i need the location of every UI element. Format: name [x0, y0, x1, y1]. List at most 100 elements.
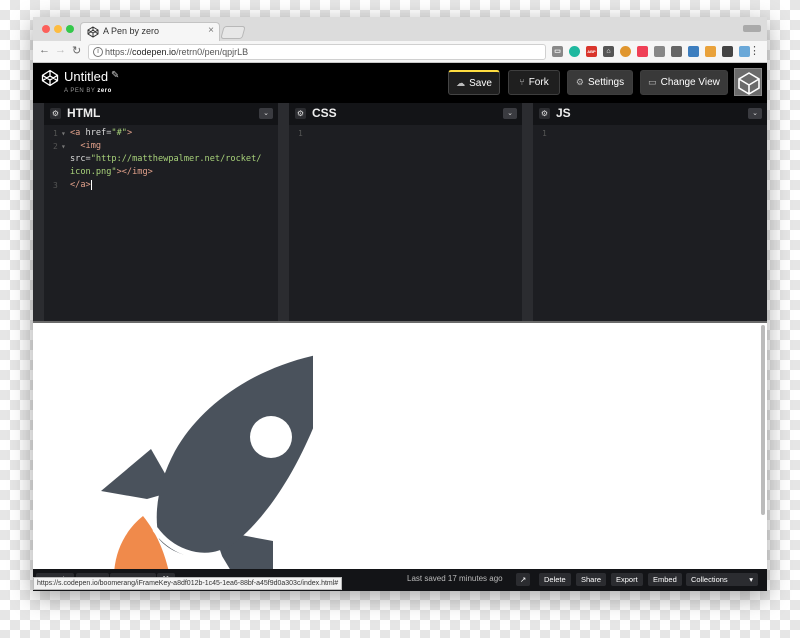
- code-token: <a: [70, 128, 86, 138]
- html-dropdown-chevron-icon[interactable]: ⌄: [259, 108, 273, 119]
- cast-icon[interactable]: ▭: [552, 46, 563, 57]
- line-number: 1: [542, 129, 547, 138]
- rocket-image[interactable]: [63, 351, 313, 569]
- collections-label: Collections: [691, 575, 728, 584]
- fork-label: Fork: [528, 77, 549, 88]
- forward-arrow-icon[interactable]: →: [55, 44, 66, 56]
- pen-title[interactable]: Untitled: [64, 69, 108, 84]
- export-button[interactable]: Export: [611, 573, 643, 586]
- js-label: JS: [556, 106, 571, 120]
- tab-close-icon[interactable]: ×: [208, 25, 214, 36]
- delete-button[interactable]: Delete: [539, 573, 571, 586]
- url-host: codepen.io: [132, 47, 177, 57]
- tab-strip: A Pen by zero ×: [33, 17, 767, 41]
- html-editor-header: ⚙ HTML ⌄: [44, 103, 278, 125]
- css-dropdown-chevron-icon[interactable]: ⌄: [503, 108, 517, 119]
- fold-arrow-icon[interactable]: ▾: [61, 129, 66, 138]
- change-view-button[interactable]: ▭ Change View: [640, 70, 728, 95]
- cookie-ext-icon[interactable]: [620, 46, 631, 57]
- save-button[interactable]: ☁ Save: [448, 70, 500, 95]
- tag-ext-icon[interactable]: ⌂: [603, 46, 614, 57]
- chevron-down-icon: ▾: [749, 575, 753, 584]
- editor-resizer[interactable]: [522, 103, 533, 321]
- profile-icon[interactable]: [743, 25, 761, 32]
- codepen-logo-icon[interactable]: [41, 69, 59, 87]
- js-dropdown-chevron-icon[interactable]: ⌄: [748, 108, 762, 119]
- layout-icon: ▭: [648, 77, 657, 87]
- avatar[interactable]: [734, 68, 762, 96]
- code-token: <img: [80, 141, 102, 151]
- browser-toolbar: ← → ↻ i https://codepen.io/retrn0/pen/qp…: [33, 41, 767, 63]
- code-token: >: [126, 128, 133, 138]
- change-view-label: Change View: [660, 77, 720, 88]
- line-number: 1: [53, 129, 58, 138]
- status-bar-url: https://s.codepen.io/boomerang/iFrameKey…: [33, 577, 343, 590]
- pocket-icon[interactable]: [637, 46, 648, 57]
- avatar-cube-icon: [738, 72, 760, 95]
- line-number: 1: [298, 129, 303, 138]
- pen-author-line: A PEN BY zero: [64, 88, 112, 94]
- code-token: "http://matthewpalmer.net/rocket/: [90, 154, 262, 164]
- css-editor-header: ⚙ CSS ⌄: [289, 103, 522, 125]
- settings-button[interactable]: ⚙ Settings: [567, 70, 633, 95]
- open-external-icon[interactable]: ↗: [516, 573, 531, 586]
- code-token: href: [85, 128, 107, 138]
- green-ext-icon[interactable]: [569, 46, 580, 57]
- fork-button[interactable]: ⑂ Fork: [508, 70, 560, 95]
- grid-ext-icon[interactable]: [654, 46, 665, 57]
- js-editor[interactable]: ⚙ JS ⌄ 1: [533, 103, 767, 321]
- browser-tab[interactable]: A Pen by zero ×: [80, 22, 220, 41]
- codepen-header: Untitled ✎ A PEN BY zero ☁ Save ⑂ Fork ⚙ Se…: [33, 63, 767, 103]
- reload-icon[interactable]: ↻: [72, 44, 81, 57]
- minimize-window-button[interactable]: [54, 25, 62, 33]
- css-settings-gear-icon[interactable]: ⚙: [295, 108, 306, 119]
- zoom-window-button[interactable]: [66, 25, 74, 33]
- code-token: ></img>: [116, 167, 153, 177]
- js-settings-gear-icon[interactable]: ⚙: [539, 108, 550, 119]
- edit-title-pencil-icon[interactable]: ✎: [111, 70, 119, 81]
- editor-resizer[interactable]: [33, 103, 44, 321]
- code-token: icon.png": [70, 167, 117, 177]
- gear-icon: ⚙: [575, 77, 584, 87]
- codepen-favicon-icon: [87, 26, 99, 38]
- rocket-ext-icon[interactable]: [671, 46, 682, 57]
- editor-resizer[interactable]: [278, 103, 289, 321]
- settings-label: Settings: [587, 77, 625, 88]
- bird-ext-icon[interactable]: [722, 46, 733, 57]
- editor-area: ⚙ HTML ⌄ 1 2 3 ▾ ▾ <a href="#"> <img src…: [33, 103, 767, 321]
- code-token: src: [70, 154, 86, 164]
- css-label: CSS: [312, 106, 337, 120]
- new-tab-button[interactable]: [220, 26, 246, 39]
- share-button[interactable]: Share: [576, 573, 607, 586]
- html-label: HTML: [67, 106, 101, 120]
- abp-icon[interactable]: ABP: [586, 46, 597, 57]
- url-path: /retrn0/pen/qpjrLB: [176, 47, 249, 57]
- html-editor[interactable]: ⚙ HTML ⌄ 1 2 3 ▾ ▾ <a href="#"> <img src…: [44, 103, 287, 321]
- text-cursor: [90, 179, 92, 190]
- address-bar[interactable]: i https://codepen.io/retrn0/pen/qpjrLB ☆: [88, 44, 598, 60]
- collections-dropdown[interactable]: Collections ▾: [686, 573, 758, 586]
- html-code[interactable]: <a href="#"> <img src="http://matthewpal…: [70, 127, 261, 192]
- preview-scrollbar[interactable]: [761, 325, 765, 515]
- flame-ext-icon[interactable]: [705, 46, 716, 57]
- line-number: 3: [53, 181, 58, 190]
- pen-by-label: A PEN BY: [64, 88, 98, 94]
- author-name[interactable]: zero: [97, 88, 111, 94]
- last-saved-text: Last saved 17 minutes ago: [407, 574, 503, 583]
- info-icon[interactable]: i: [93, 47, 103, 57]
- embed-button[interactable]: Embed: [648, 573, 682, 586]
- browser-menu-icon[interactable]: ⋮: [749, 44, 760, 57]
- code-token: "#": [111, 128, 127, 138]
- css-editor[interactable]: ⚙ CSS ⌄ 1: [289, 103, 522, 321]
- html-settings-gear-icon[interactable]: ⚙: [50, 108, 61, 119]
- cloud-icon: ☁: [456, 78, 466, 88]
- preview-pane[interactable]: [33, 321, 767, 569]
- square-ext-icon[interactable]: [688, 46, 699, 57]
- back-arrow-icon[interactable]: ←: [39, 44, 50, 56]
- tab-title: A Pen by zero: [103, 26, 160, 36]
- browser-window: A Pen by zero × ← → ↻ i https://codepen.…: [33, 17, 767, 591]
- close-window-button[interactable]: [42, 25, 50, 33]
- save-label: Save: [469, 78, 492, 89]
- url-prefix: https://: [105, 47, 133, 57]
- fold-arrow-icon[interactable]: ▾: [61, 142, 66, 151]
